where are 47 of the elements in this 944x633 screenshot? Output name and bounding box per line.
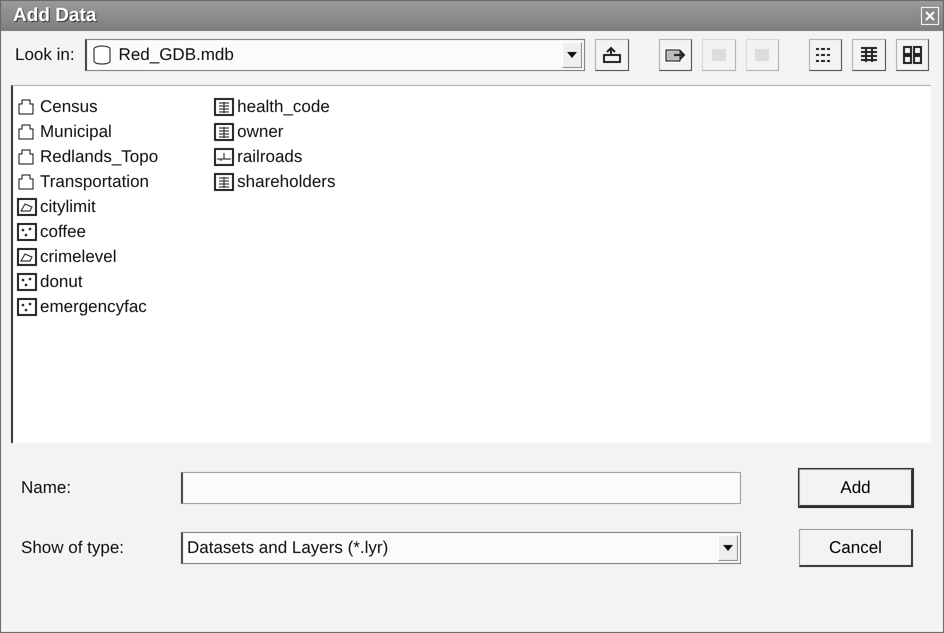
file-item[interactable]: railroads	[214, 144, 336, 169]
point-layer-icon	[17, 222, 37, 242]
type-dropdown[interactable]: Datasets and Layers (*.lyr)	[181, 532, 741, 564]
caret-icon	[567, 51, 578, 59]
look-in-label: Look in:	[15, 45, 75, 65]
table-icon	[214, 122, 234, 142]
name-field[interactable]	[181, 472, 741, 504]
dropdown-button[interactable]	[562, 42, 582, 68]
file-item[interactable]: donut	[17, 269, 158, 294]
toolbar-button[interactable]	[896, 39, 929, 71]
file-item[interactable]: citylimit	[17, 194, 158, 219]
look-in-value: Red_GDB.mdb	[118, 45, 235, 65]
thumbnails-view-icon	[901, 45, 924, 65]
file-item[interactable]: emergencyfac	[17, 294, 158, 319]
database-icon	[90, 44, 113, 66]
point-layer-icon	[17, 272, 37, 292]
file-item[interactable]: owner	[214, 119, 336, 144]
file-item[interactable]: health_code	[214, 94, 336, 119]
up-folder-icon	[601, 45, 624, 65]
point-layer-icon	[17, 296, 37, 316]
window-title: Add Data	[13, 5, 96, 27]
cancel-button[interactable]: Cancel	[799, 529, 913, 567]
file-item[interactable]: Municipal	[17, 119, 158, 144]
close-icon	[924, 10, 936, 22]
caret-icon	[723, 544, 733, 552]
type-value: Datasets and Layers (*.lyr)	[187, 538, 390, 558]
toolbar-button[interactable]	[658, 39, 692, 71]
toolbar-button[interactable]	[808, 39, 842, 71]
polygon-layer-icon	[17, 196, 37, 216]
file-item[interactable]: Transportation	[17, 169, 158, 194]
toolbar-button[interactable]	[595, 39, 629, 71]
file-item[interactable]: Census	[17, 94, 158, 119]
file-item[interactable]: crimelevel	[17, 244, 158, 269]
file-item[interactable]: Redlands_Topo	[17, 144, 158, 169]
table-icon	[214, 96, 234, 116]
file-item[interactable]: shareholders	[214, 169, 336, 194]
dropdown-button[interactable]	[718, 535, 738, 561]
look-in-dropdown[interactable]: Red_GDB.mdb	[84, 39, 586, 71]
close-button[interactable]	[921, 7, 939, 25]
polygon-layer-icon	[17, 246, 37, 266]
table-icon	[214, 172, 234, 192]
toolbar-button[interactable]	[852, 39, 886, 71]
line-layer-icon	[214, 146, 234, 166]
name-label: Name:	[21, 478, 72, 498]
type-label: Show of type:	[21, 538, 126, 558]
add-button[interactable]: Add	[799, 469, 913, 507]
file-item[interactable]: coffee	[17, 219, 158, 244]
